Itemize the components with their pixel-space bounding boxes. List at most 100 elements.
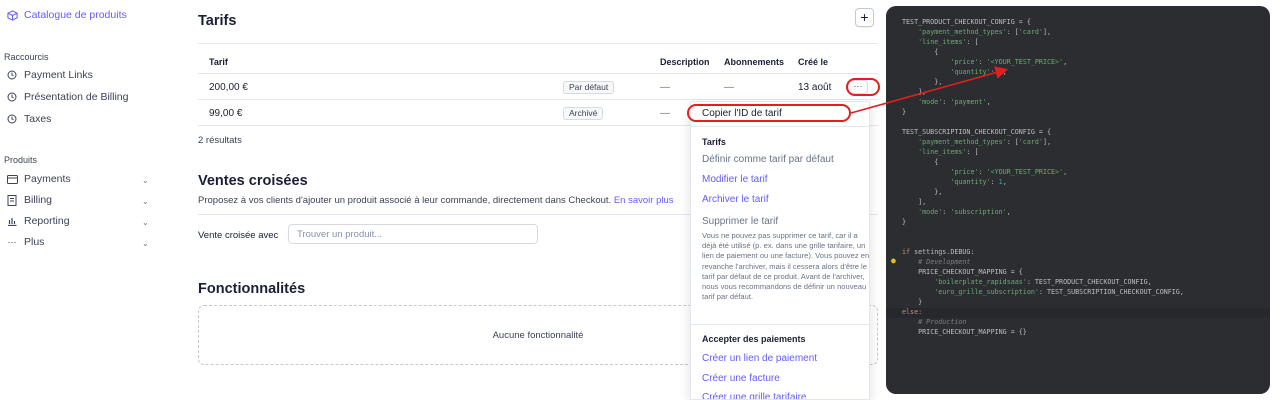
chevron-down-icon[interactable]: ⌄: [142, 197, 149, 206]
create-payment-link-item[interactable]: Créer un lien de paiement: [702, 353, 817, 364]
subscriptions-value: —: [724, 82, 734, 93]
code-line: 'payment_method_types': ['card'],: [918, 138, 1052, 146]
code-line: ],: [902, 198, 927, 206]
annotation-circle-copy-id: [687, 104, 851, 122]
sidebar-item-reporting[interactable]: Reporting: [6, 215, 70, 227]
wallet-icon: [6, 173, 18, 185]
code-line: PRICE_CHECKOUT_MAPPING = {}: [918, 328, 1027, 336]
clock-icon: [6, 91, 18, 103]
annotation-circle-more: [846, 78, 880, 96]
code-line: 'price': '<YOUR_TEST_PRICE>',: [950, 168, 1068, 176]
sidebar-item-label: Présentation de Billing: [24, 91, 129, 103]
code-line: 'payment_method_types': ['card'],: [918, 28, 1052, 36]
chevron-down-icon[interactable]: ⌄: [142, 176, 149, 185]
features-title: Fonctionnalités: [198, 281, 306, 297]
code-line: 'line_items': [: [918, 148, 979, 156]
set-default-item[interactable]: Définir comme tarif par défaut: [702, 154, 834, 165]
code-line: },: [902, 188, 943, 196]
code-line: }: [902, 218, 907, 226]
code-line: 'euro_grille_subscription': TEST_SUBSCRI…: [934, 288, 1184, 296]
app-root: Catalogue de produits Raccourcis Payment…: [0, 0, 1280, 400]
default-badge: Par défaut: [563, 81, 615, 94]
column-header-subscriptions: Abonnements: [724, 57, 785, 67]
column-header-created: Créé le: [798, 57, 829, 67]
price-actions-menu: Copier l'ID de tarif Tarifs Définir comm…: [690, 101, 870, 400]
sidebar-item-billing[interactable]: Billing: [6, 194, 52, 206]
code-line: 'quantity': 1,: [950, 178, 1007, 186]
sidebar-item-label: Taxes: [24, 113, 52, 125]
delete-price-item: Supprimer le tarif: [702, 216, 779, 227]
code-line: ],: [902, 88, 927, 96]
sidebar: Catalogue de produits Raccourcis Payment…: [0, 0, 160, 400]
tarifs-title: Tarifs: [198, 13, 237, 29]
code-line: # Production: [918, 318, 967, 326]
sidebar-item-label: Payments: [24, 173, 71, 185]
sidebar-item-catalogue[interactable]: Catalogue de produits: [6, 9, 127, 21]
sidebar-item-taxes[interactable]: Taxes: [6, 113, 51, 125]
code-line: TEST_PRODUCT_CHECKOUT_CONFIG = {: [902, 18, 1031, 26]
code-line: 'line_items': [: [918, 38, 979, 46]
cube-icon: [6, 9, 18, 21]
code-line: if settings.DEBUG:: [902, 248, 975, 256]
divider: [198, 73, 878, 74]
description-value: —: [660, 82, 670, 93]
sidebar-item-label: Billing: [24, 194, 53, 206]
sidebar-item-more[interactable]: ··· Plus: [6, 236, 45, 248]
code-line: PRICE_CHECKOUT_MAPPING = {: [918, 268, 1023, 276]
menu-section-payments: Accepter des paiements: [702, 334, 806, 344]
code-line: else:: [902, 308, 923, 316]
edit-price-item[interactable]: Modifier le tarif: [702, 174, 768, 185]
sidebar-item-label: Reporting: [24, 215, 70, 227]
chevron-down-icon[interactable]: ⌄: [142, 239, 149, 248]
create-pricing-table-item[interactable]: Créer une grille tarifaire: [702, 392, 807, 399]
menu-divider: [691, 324, 869, 325]
results-count: 2 résultats: [198, 135, 242, 146]
sidebar-item-billing-overview[interactable]: Présentation de Billing: [6, 91, 128, 103]
divider: [198, 99, 878, 100]
code-editor-panel: TEST_PRODUCT_CHECKOUT_CONFIG = { 'paymen…: [886, 6, 1270, 394]
bar-chart-icon: [6, 215, 18, 227]
code-line: # Development: [918, 258, 971, 266]
sidebar-item-label: Catalogue de produits: [24, 9, 127, 21]
code-line: {: [902, 158, 939, 166]
shortcuts-title: Raccourcis: [4, 52, 49, 62]
created-date: 13 août: [798, 82, 832, 93]
code-line: 'quantity': 1,: [950, 68, 1007, 76]
code-line: }: [902, 298, 923, 306]
invoice-icon: [6, 194, 18, 206]
delete-price-explanation: Vous ne pouvez pas supprimer ce tarif, c…: [702, 231, 870, 302]
code-line: }: [902, 108, 907, 116]
chevron-down-icon[interactable]: ⌄: [142, 218, 149, 227]
column-header-price: Tarif: [209, 57, 228, 67]
sidebar-item-label: Payment Links: [24, 69, 93, 81]
code-line: },: [902, 78, 943, 86]
sidebar-item-payments[interactable]: Payments: [6, 173, 71, 185]
sidebar-item-label: Plus: [24, 236, 45, 248]
divider: [198, 43, 878, 44]
menu-section-tarifs: Tarifs: [702, 137, 726, 147]
lightbulb-icon[interactable]: ●: [891, 256, 896, 265]
archive-price-item[interactable]: Archiver le tarif: [702, 194, 769, 205]
product-search-input[interactable]: Trouver un produit...: [288, 224, 538, 244]
current-line-highlight: [886, 308, 1270, 318]
code-line: 'boilerplate_rapidsaas': TEST_PRODUCT_CH…: [934, 278, 1152, 286]
cross-sell-description: Proposez à vos clients d'ajouter un prod…: [198, 195, 674, 206]
cross-sell-title: Ventes croisées: [198, 173, 308, 189]
code-line: 'mode': 'subscription',: [918, 208, 1011, 216]
learn-more-link[interactable]: En savoir plus: [614, 195, 674, 206]
price-amount: 200,00 €: [209, 82, 248, 93]
create-invoice-item[interactable]: Créer une facture: [702, 373, 780, 384]
add-price-button[interactable]: +: [855, 8, 874, 27]
sidebar-item-payment-links[interactable]: Payment Links: [6, 69, 93, 81]
code-line: {: [902, 48, 939, 56]
price-amount: 99,00 €: [209, 108, 243, 119]
ellipsis-icon: ···: [7, 237, 17, 247]
column-header-description: Description: [660, 57, 710, 67]
cross-sell-text: Proposez à vos clients d'ajouter un prod…: [198, 195, 612, 206]
code-line: TEST_SUBSCRIPTION_CHECKOUT_CONFIG = {: [902, 128, 1051, 136]
code-line: 'mode': 'payment',: [918, 98, 991, 106]
clock-icon: [6, 69, 18, 81]
code-line: 'price': '<YOUR_TEST_PRICE>',: [950, 58, 1068, 66]
clock-icon: [6, 113, 18, 125]
archived-badge: Archivé: [563, 107, 604, 120]
